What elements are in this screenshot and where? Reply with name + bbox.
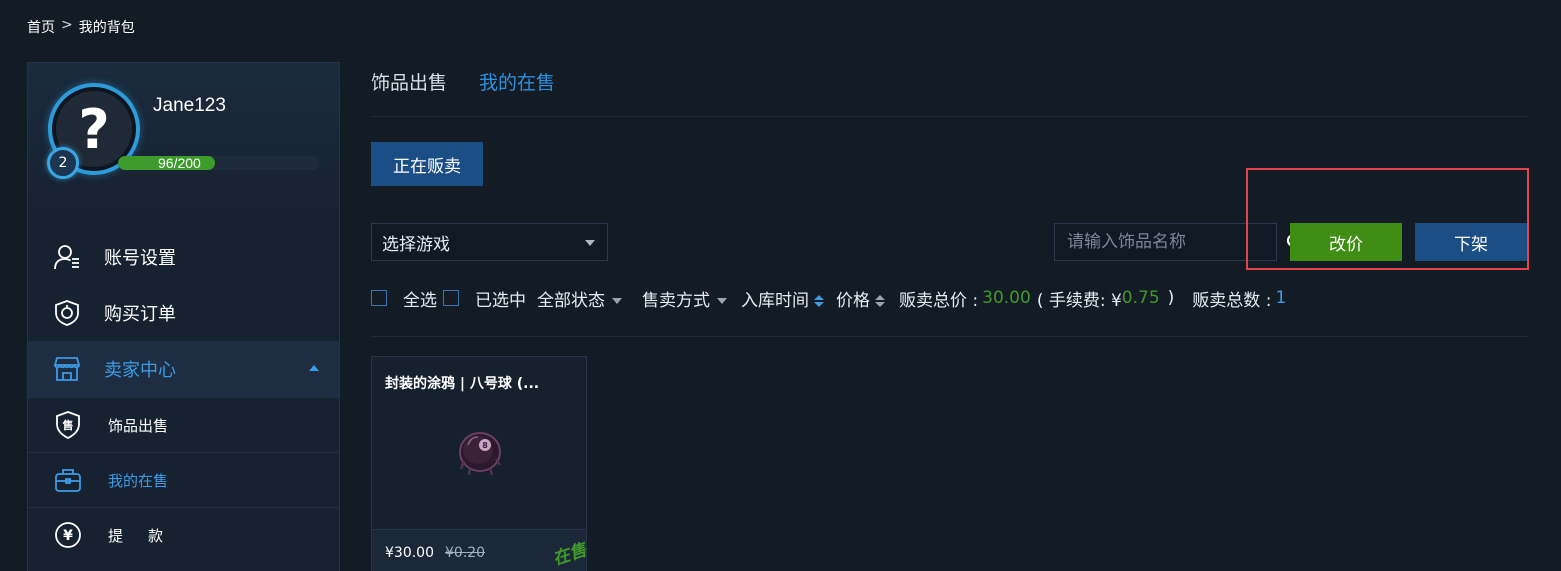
svg-text:¥: ¥ bbox=[63, 528, 73, 544]
chevron-up-icon bbox=[309, 365, 319, 371]
sidebar-sub-item-label: 饰品出售 bbox=[108, 416, 169, 435]
svg-text:8: 8 bbox=[482, 441, 488, 450]
tab-divider bbox=[371, 116, 1528, 117]
filter-row: 全选 已选中 全部状态 售卖方式 入库时间 价格 贩卖总价 : 30.00 ( … bbox=[371, 286, 1287, 311]
total-price-label: 贩卖总价 : bbox=[899, 290, 979, 311]
item-card[interactable]: 封装的涂鸦 | 八号球 (... 8 ¥30.00 ¥0.20 在售 bbox=[371, 356, 590, 571]
yen-circle-icon: ¥ bbox=[54, 521, 82, 549]
sidebar-item-label: 卖家中心 bbox=[104, 360, 176, 381]
status-filter[interactable]: 全部状态 bbox=[537, 286, 622, 311]
total-price-value: 30.00 bbox=[982, 288, 1031, 308]
sale-method-label: 售卖方式 bbox=[642, 290, 710, 311]
store-icon bbox=[52, 354, 82, 384]
selling-filter-button[interactable]: 正在贩卖 bbox=[371, 142, 483, 186]
selected-label: 已选中 bbox=[475, 290, 526, 311]
withdraw-label-left: 提 bbox=[108, 526, 124, 545]
svg-text:售: 售 bbox=[62, 418, 74, 432]
delist-button[interactable]: 下架 bbox=[1415, 223, 1527, 261]
game-select-value: 选择游戏 bbox=[382, 234, 450, 255]
xp-progress-bar bbox=[118, 156, 320, 170]
sidebar-menu: 账号设置 购买订单 卖家中心 售 饰品出售 我的在售 ¥ 提 款 bbox=[28, 229, 339, 562]
breadcrumb-current: 我的背包 bbox=[78, 20, 135, 36]
sidebar-item-account-settings[interactable]: 账号设置 bbox=[28, 229, 339, 285]
total-count-label: 贩卖总数 : bbox=[1192, 290, 1272, 311]
sidebar-item-purchase-orders[interactable]: 购买订单 bbox=[28, 285, 339, 341]
tab-item-sale[interactable]: 饰品出售 bbox=[371, 68, 447, 95]
breadcrumb-home[interactable]: 首页 bbox=[27, 17, 55, 37]
select-all-label[interactable]: 全选 bbox=[403, 286, 437, 311]
username: Jane123 bbox=[153, 95, 226, 116]
sidebar-sub-item-label: 提款 bbox=[108, 525, 163, 546]
sell-tag-icon: 售 bbox=[54, 411, 82, 439]
on-sale-stamp: 在售 bbox=[550, 540, 590, 570]
select-all-checkbox[interactable] bbox=[371, 290, 387, 306]
stock-time-sort[interactable]: 入库时间 bbox=[741, 286, 824, 311]
sidebar-sub-item-label: 我的在售 bbox=[108, 471, 169, 490]
stock-time-label: 入库时间 bbox=[741, 290, 809, 311]
sidebar-item-withdraw[interactable]: ¥ 提款 bbox=[28, 507, 339, 562]
tab-bar: 饰品出售 我的在售 bbox=[371, 68, 555, 95]
game-select[interactable]: 选择游戏 bbox=[371, 223, 608, 261]
search-input[interactable] bbox=[1055, 224, 1286, 260]
sidebar-item-item-sale[interactable]: 售 饰品出售 bbox=[28, 397, 339, 452]
sidebar-item-label: 账号设置 bbox=[104, 248, 176, 269]
item-image: 8 bbox=[452, 423, 508, 479]
tab-my-listings[interactable]: 我的在售 bbox=[479, 68, 555, 95]
chevron-down-icon bbox=[585, 240, 595, 246]
fee-close: ) bbox=[1167, 288, 1175, 308]
item-title: 封装的涂鸦 | 八号球 (... bbox=[385, 376, 540, 392]
chevron-down-icon bbox=[717, 297, 727, 304]
fee-label: ( 手续费: ¥ bbox=[1036, 290, 1122, 311]
xp-text: 96/200 bbox=[158, 155, 201, 171]
sidebar: ? 2 Jane123 96/200 账号设置 购买订单 卖家中心 售 饰品出售… bbox=[27, 62, 340, 571]
user-settings-icon bbox=[52, 242, 82, 272]
breadcrumb: 首页 > 我的背包 bbox=[27, 17, 135, 37]
withdraw-label-right: 款 bbox=[148, 526, 164, 545]
sort-icon bbox=[875, 294, 885, 307]
search-box bbox=[1054, 223, 1304, 261]
eight-ball-graffiti-icon: 8 bbox=[459, 432, 501, 476]
status-filter-label: 全部状态 bbox=[537, 290, 605, 311]
price-sort[interactable]: 价格 bbox=[836, 286, 885, 311]
total-count-value: 1 bbox=[1275, 288, 1287, 308]
breadcrumb-separator: > bbox=[61, 17, 73, 33]
xp-max: /200 bbox=[173, 155, 201, 171]
item-original-price: ¥0.20 bbox=[445, 545, 486, 561]
sidebar-item-my-listings[interactable]: 我的在售 bbox=[28, 452, 339, 507]
xp-current: 96 bbox=[158, 155, 174, 171]
level-badge: 2 bbox=[47, 147, 79, 179]
sale-method-filter[interactable]: 售卖方式 bbox=[642, 286, 727, 311]
chevron-down-icon bbox=[612, 297, 622, 304]
reprice-button[interactable]: 改价 bbox=[1290, 223, 1402, 261]
item-card-footer: ¥30.00 ¥0.20 在售 bbox=[372, 529, 590, 571]
sidebar-item-label: 购买订单 bbox=[104, 304, 176, 325]
sidebar-item-seller-center[interactable]: 卖家中心 bbox=[28, 341, 339, 397]
selected-checkbox[interactable] bbox=[443, 290, 459, 306]
briefcase-icon bbox=[54, 466, 82, 494]
price-sort-label: 价格 bbox=[836, 290, 870, 311]
fee-value: 0.75 bbox=[1121, 288, 1160, 308]
item-price: ¥30.00 bbox=[385, 545, 434, 561]
filter-divider bbox=[371, 336, 1528, 337]
shield-order-icon bbox=[52, 298, 82, 328]
sort-icon bbox=[814, 294, 824, 307]
profile-card: ? 2 Jane123 96/200 bbox=[28, 63, 339, 213]
